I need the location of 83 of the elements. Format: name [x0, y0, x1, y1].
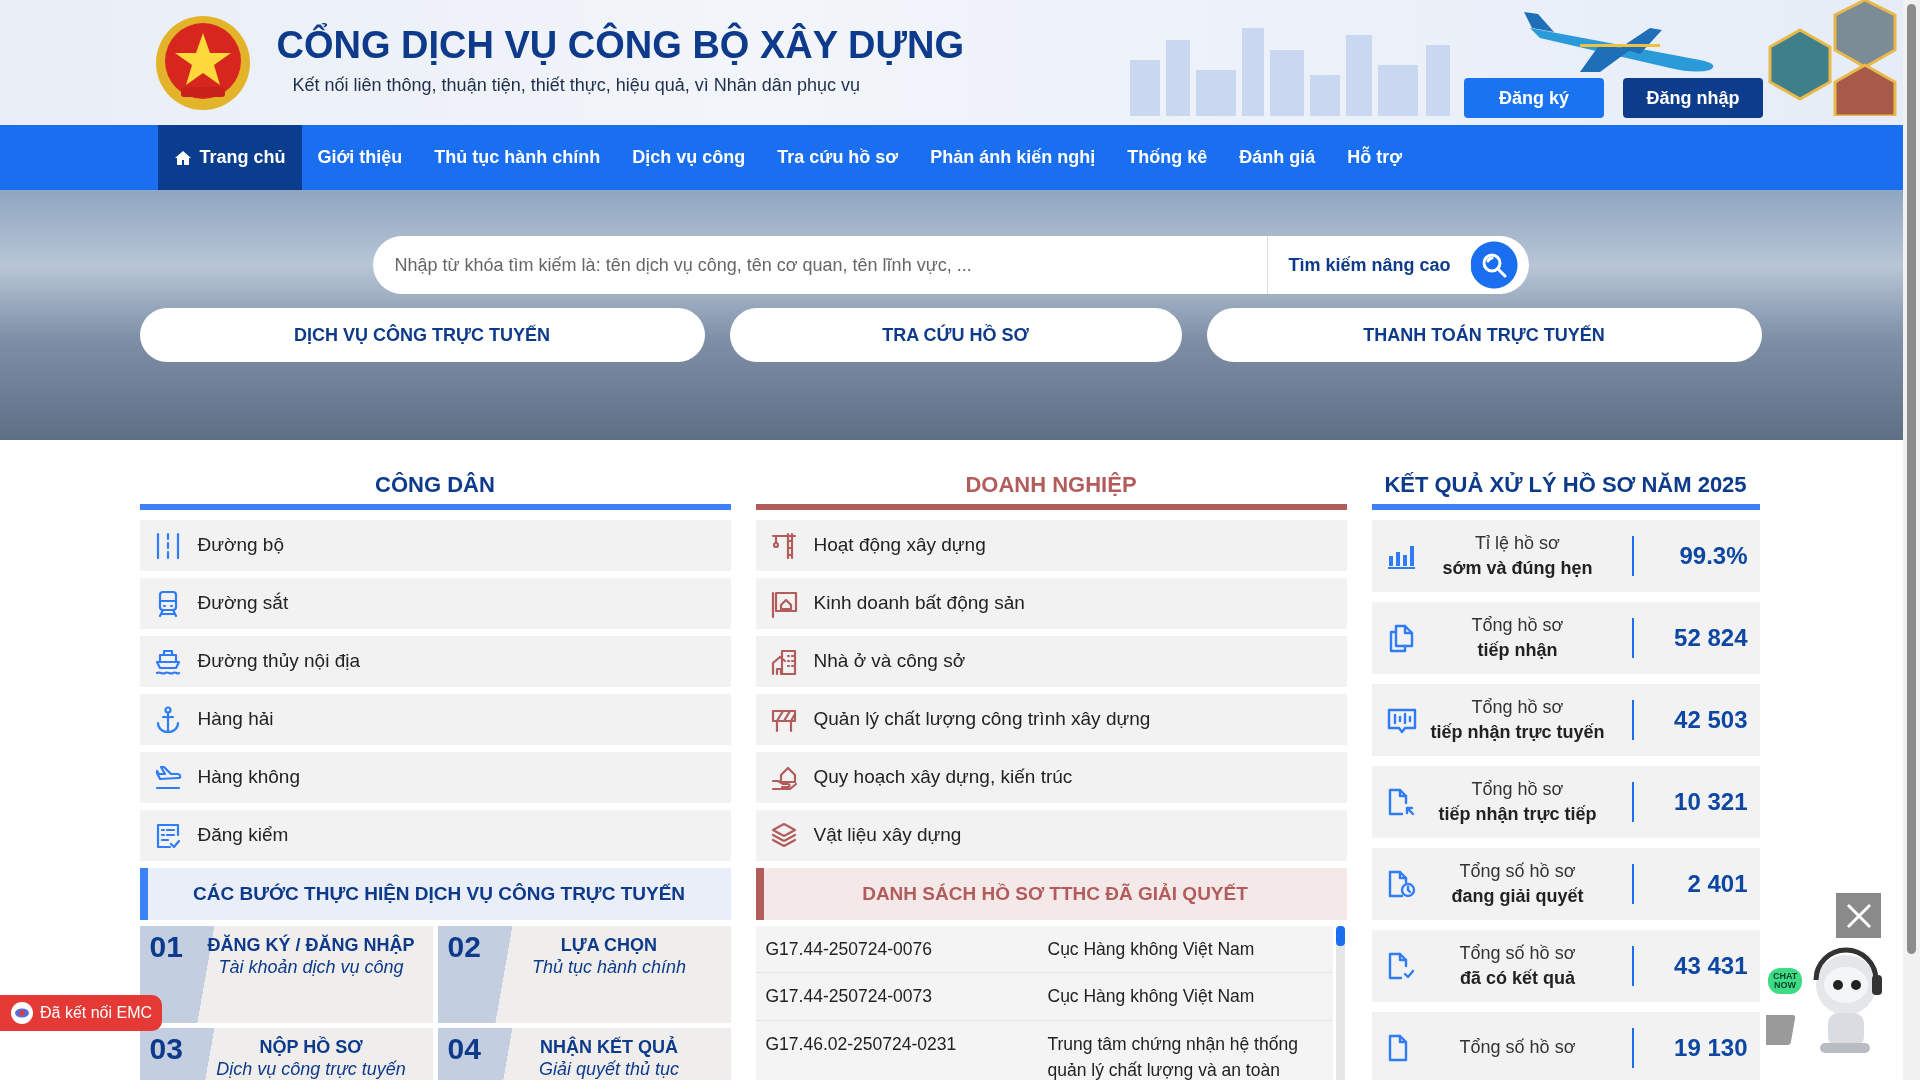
- nav-link[interactable]: Hỗ trợ: [1331, 125, 1418, 190]
- chat-bubble[interactable]: CHAT NOW: [1768, 968, 1802, 994]
- resolved-list-heading: DANH SÁCH HỒ SƠ TTHC ĐÃ GIẢI QUYẾT: [755, 868, 1347, 920]
- section-heading: DOANH NGHIỆP: [964, 471, 1138, 499]
- close-icon: [1845, 902, 1872, 929]
- close-button[interactable]: [1836, 893, 1881, 938]
- stat-value: 99.3%: [1678, 541, 1748, 571]
- section-heading: KẾT QUẢ XỬ LÝ HỒ SƠ NĂM 2025: [1383, 471, 1748, 499]
- stat-label: Tỉ lệ hồ sơ: [1474, 531, 1561, 555]
- stat-detail: tiếp nhận trực tuyến: [1429, 721, 1606, 744]
- stat-detail: đang giải quyết: [1450, 885, 1585, 908]
- step-subtitle: Giải quyết thủ tục: [537, 1058, 681, 1080]
- step-number: 03: [149, 1034, 184, 1067]
- stat-value: 52 824: [1673, 623, 1748, 653]
- stat-value: 19 130: [1673, 1033, 1748, 1063]
- connection-status: Đã kết nối EMC: [40, 1003, 153, 1023]
- quick-link-button[interactable]: DỊCH VỤ CÔNG TRỰC TUYẾN: [139, 308, 705, 362]
- step-number: 01: [149, 932, 184, 965]
- stat-label: Tổng hồ sơ: [1470, 777, 1565, 801]
- page-scrollbar[interactable]: [1903, 0, 1920, 1080]
- quick-link-button[interactable]: TRA CỨU HỒ SƠ: [729, 308, 1182, 362]
- section-heading: CÔNG DÂN: [374, 471, 496, 499]
- stat-detail: đã có kết quả: [1459, 967, 1576, 990]
- category-link[interactable]: Hàng hải: [139, 694, 731, 745]
- nav-link[interactable]: Phản ánh kiến nghị: [914, 125, 1112, 190]
- category-link[interactable]: Vật liệu xây dựng: [755, 810, 1347, 861]
- step-title: NHẬN KẾT QUẢ: [539, 1036, 679, 1058]
- agency-name: Cục Hàng không Việt Nam: [1047, 985, 1256, 1009]
- stat-detail: tiếp nhận trực tiếp: [1437, 803, 1598, 826]
- agency-name: Cục Hàng không Việt Nam: [1047, 938, 1256, 961]
- stat-label: Tổng số hồ sơ: [1458, 941, 1577, 965]
- category-link[interactable]: Nhà ở và công sở: [755, 636, 1347, 687]
- advanced-search-link[interactable]: Tìm kiếm nâng cao: [1267, 236, 1471, 294]
- stat-value: 10 321: [1673, 787, 1748, 817]
- category-link[interactable]: Hoạt động xây dựng: [755, 520, 1347, 571]
- nav-link[interactable]: Trang chủ: [157, 125, 302, 190]
- category-link[interactable]: Đường sắt: [139, 578, 731, 629]
- stat-label: Tổng số hồ sơ: [1458, 859, 1577, 883]
- category-link[interactable]: Kinh doanh bất động sản: [755, 578, 1347, 629]
- step-title: LỰA CHỌN: [559, 934, 659, 956]
- step-subtitle: Thủ tục hành chính: [530, 956, 688, 978]
- register-button[interactable]: Đăng ký: [1464, 78, 1604, 118]
- nav-link[interactable]: Thống kê: [1111, 125, 1224, 190]
- category-link[interactable]: Đăng kiểm: [139, 810, 731, 861]
- search-field[interactable]: Nhập từ khóa tìm kiếm là: tên dịch vụ công, tên cơ quan, tên lĩnh vực, ...: [372, 236, 1268, 294]
- category-link[interactable]: Quy hoạch xây dựng, kiến trúc: [755, 752, 1347, 803]
- stat-label: Tổng hồ sơ: [1470, 695, 1565, 719]
- category-link[interactable]: Hàng không: [139, 752, 731, 803]
- category-link[interactable]: Quản lý chất lượng công trình xây dựng: [755, 694, 1347, 745]
- stat-detail: tiếp nhận: [1476, 639, 1559, 662]
- nav-link[interactable]: Dịch vụ công: [616, 125, 762, 190]
- nav-link[interactable]: Đánh giá: [1223, 125, 1332, 190]
- stat-label: Tổng số hồ sơ: [1458, 1036, 1577, 1060]
- step-subtitle: Tài khoản dịch vụ công: [217, 956, 405, 978]
- site-subtitle: Kết nối liên thông, thuận tiện, thiết thực, hiệu quả, vì Nhân dân phục vụ: [292, 74, 861, 97]
- nav-link[interactable]: Thủ tục hành chính: [418, 125, 617, 190]
- category-link[interactable]: Đường thủy nội địa: [139, 636, 731, 687]
- nav-link[interactable]: Giới thiệu: [301, 125, 419, 190]
- step-subtitle: Dịch vụ công trực tuyến: [215, 1058, 407, 1080]
- login-button[interactable]: Đăng nhập: [1623, 78, 1763, 118]
- stat-value: 43 431: [1673, 951, 1748, 981]
- step-number: 04: [447, 1034, 482, 1067]
- record-code: G17.44-250724-0076: [765, 938, 933, 961]
- category-link[interactable]: Đường bộ: [139, 520, 731, 571]
- crane-icon: [769, 530, 798, 561]
- eye-icon: [10, 1001, 34, 1025]
- stat-detail: sớm và đúng hẹn: [1441, 557, 1594, 580]
- stat-label: Tổng hồ sơ: [1470, 613, 1565, 637]
- search-button[interactable]: [1470, 236, 1529, 294]
- quick-link-button[interactable]: THANH TOÁN TRỰC TUYẾN: [1206, 308, 1762, 362]
- nav-link[interactable]: Tra cứu hồ sơ: [761, 125, 915, 190]
- record-code: G17.46.02-250724-0231: [765, 1032, 958, 1056]
- agency-name: Trung tâm chứng nhận hệ thống quản lý chất lượng và an toàn: [1047, 1032, 1299, 1080]
- stat-value: 2 401: [1686, 869, 1748, 899]
- home-icon: [173, 149, 192, 166]
- step-title: ĐĂNG KÝ / ĐĂNG NHẬP: [206, 934, 416, 956]
- record-code: G17.44-250724-0073: [765, 985, 933, 1009]
- step-number: 02: [447, 932, 482, 965]
- steps-heading: CÁC BƯỚC THỰC HIỆN DỊCH VỤ CÔNG TRỰC TUYẾN: [139, 868, 731, 920]
- search-icon: [1480, 252, 1507, 278]
- stat-value: 42 503: [1673, 705, 1748, 735]
- scrollbar[interactable]: [1335, 926, 1345, 1080]
- step-title: NỘP HỒ SƠ: [258, 1036, 364, 1058]
